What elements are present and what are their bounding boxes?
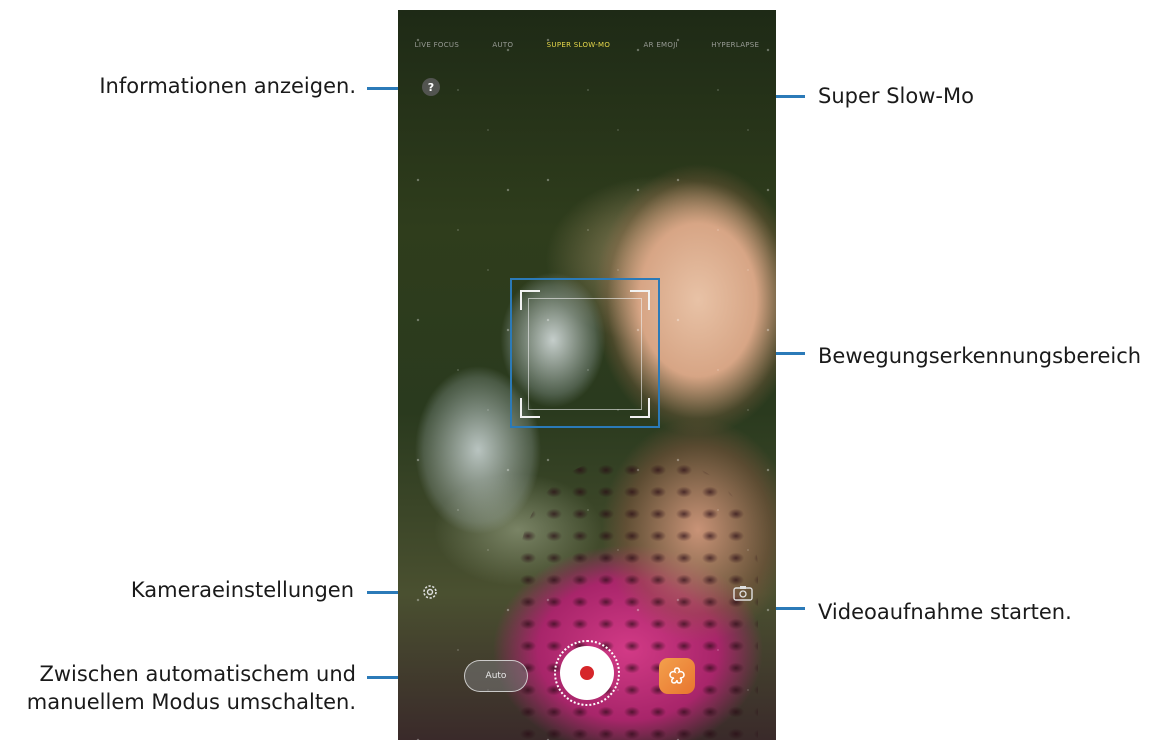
record-button[interactable] [560,646,614,700]
mode-live-focus[interactable]: LIVE FOCUS [415,41,459,49]
auto-manual-toggle[interactable]: Auto [464,660,528,692]
detection-inner-box [528,298,642,410]
callout-camera-settings: Kameraeinstellungen [130,578,354,602]
mode-super-slow-mo[interactable]: SUPER SLOW-MO [547,41,611,49]
switch-camera-icon[interactable] [732,584,754,602]
mode-bar: LIVE FOCUS AUTO SUPER SLOW-MO AR EMOJI H… [398,30,776,60]
callout-info: Informationen anzeigen. [99,74,356,98]
callout-mode-switch-line2: manuellem Modus umschalten. [26,690,356,714]
callout-super-slow-mo: Super Slow-Mo [818,84,974,108]
mode-hyperlapse[interactable]: HYPERLAPSE [711,41,759,49]
callout-motion-area: Bewegungserkennungsbereich [818,344,1142,368]
callout-start-recording: Videoaufnahme starten. [818,600,1072,624]
flower-icon [669,667,685,684]
gear-icon[interactable] [420,582,440,602]
callout-mode-switch: Zwischen automatischem und manuellem Mod… [0,660,356,716]
record-icon [580,666,594,680]
mode-ar-emoji[interactable]: AR EMOJI [644,41,678,49]
mode-auto[interactable]: AUTO [492,41,513,49]
swimsuit-pattern [518,460,758,740]
question-icon[interactable]: ? [422,78,440,96]
effects-button[interactable] [659,658,695,694]
motion-detection-area[interactable] [520,290,650,418]
callout-mode-switch-line1: Zwischen automatischem und [39,662,356,686]
camera-screen: LIVE FOCUS AUTO SUPER SLOW-MO AR EMOJI H… [398,10,776,740]
